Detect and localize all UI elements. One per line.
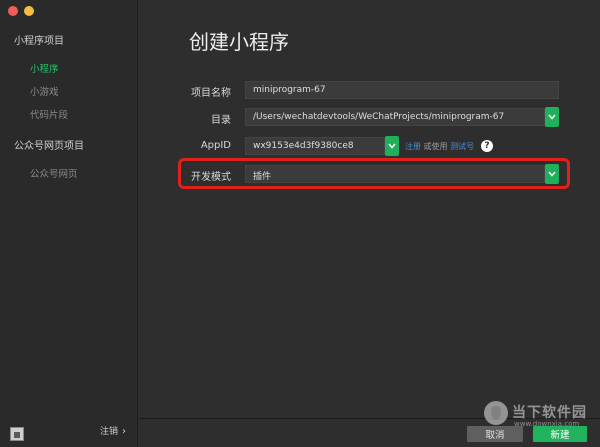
directory-input[interactable]: /Users/wechatdevtools/WeChatProjects/min… [245,108,545,126]
project-name-input[interactable]: miniprogram-67 [245,81,559,99]
page-title: 创建小程序 [189,30,289,54]
help-icon[interactable]: ? [481,140,493,152]
appid-label: AppID [200,140,231,151]
avatar[interactable] [10,427,24,441]
appid-dropdown-button[interactable] [385,136,399,156]
chevron-down-icon [548,171,556,177]
logout-label: 注销 [99,427,118,437]
main-panel: 创建小程序 [139,0,600,447]
cancel-button[interactable]: 取消 [467,426,523,442]
create-miniprogram-window: 小程序项目 小程序 小游戏 代码片段 公众号网页项目 公众号网页 注销 › 创建小… [0,0,600,447]
sidebar-item-official-account-web[interactable]: 公众号网页 [30,166,78,180]
register-link[interactable]: 注册 [405,142,421,151]
create-button[interactable]: 新建 [533,426,587,442]
appid-links: 注册 或使用 测试号 [405,141,474,152]
test-account-link[interactable]: 测试号 [450,142,474,151]
dev-mode-dropdown-button[interactable] [545,164,559,184]
dev-mode-label: 开发模式 [191,172,231,183]
sidebar-item-miniprogram[interactable]: 小程序 [30,61,59,75]
watermark-text: 当下软件园 [512,405,587,421]
dev-mode-select[interactable]: 插件 [245,165,545,183]
sidebar: 小程序项目 小程序 小游戏 代码片段 公众号网页项目 公众号网页 注销 › [0,0,138,447]
sidebar-group-miniprogram-projects: 小程序项目 [14,36,64,47]
appid-input[interactable]: wx9153e4d3f9380ce8 [245,137,385,155]
chevron-down-icon [388,143,396,149]
sidebar-item-code-snippets[interactable]: 代码片段 [30,107,68,121]
project-name-label: 项目名称 [191,88,231,99]
logout-button[interactable]: 注销 › [100,424,126,437]
chevron-down-icon [548,114,556,120]
watermark-logo-icon [484,401,508,425]
or-use-text: 或使用 [423,142,448,151]
sidebar-footer: 注销 › [0,417,138,447]
sidebar-group-official-account-projects: 公众号网页项目 [14,141,84,152]
sidebar-item-minigame[interactable]: 小游戏 [30,84,59,98]
chevron-right-icon: › [122,426,126,437]
directory-label: 目录 [211,115,231,126]
window-controls [8,6,34,16]
close-window-button[interactable] [8,6,18,16]
minimize-window-button[interactable] [24,6,34,16]
directory-dropdown-button[interactable] [545,107,559,127]
